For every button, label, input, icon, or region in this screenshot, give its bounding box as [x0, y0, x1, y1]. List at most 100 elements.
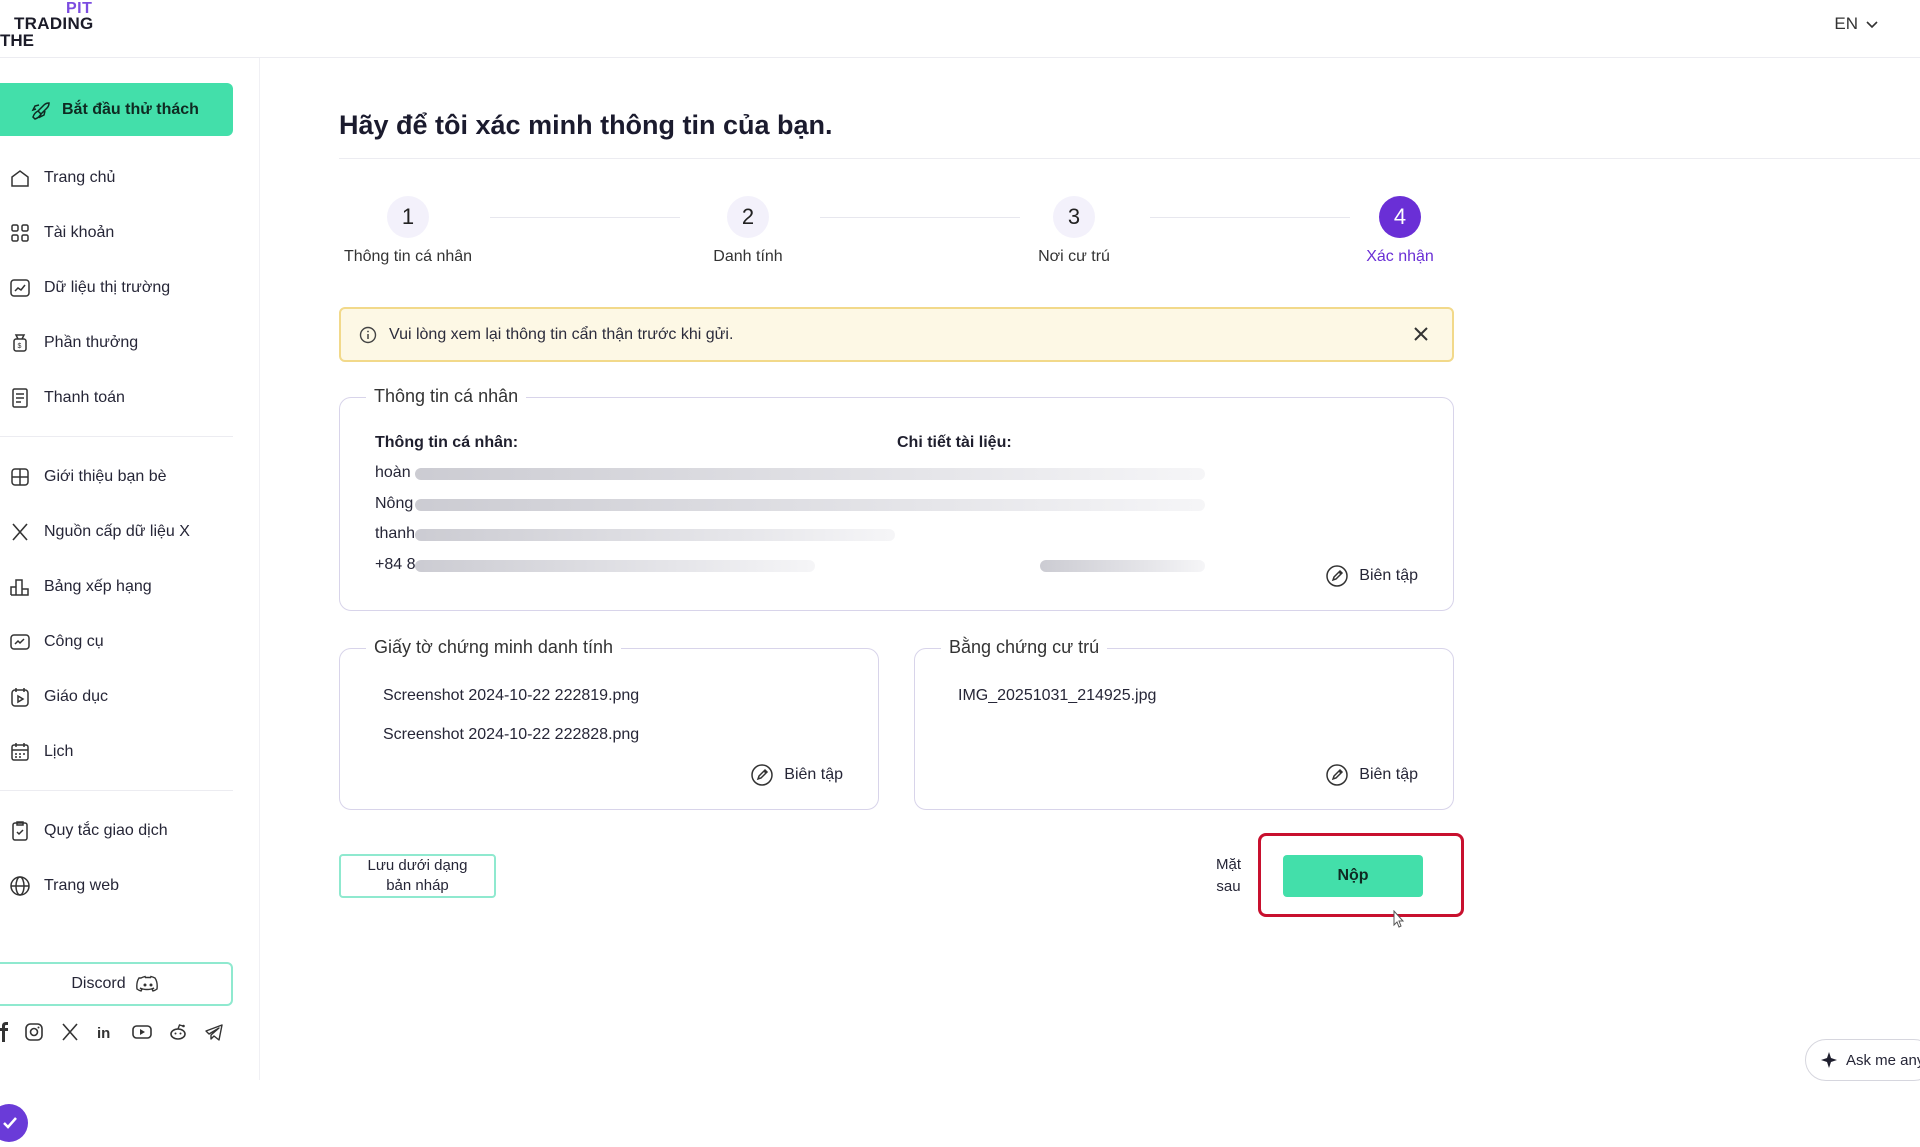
edit-personal-info-button[interactable]: Biên tập	[1325, 564, 1418, 588]
instagram-icon[interactable]	[24, 1022, 44, 1042]
svg-text:$: $	[18, 343, 22, 350]
receipt-icon	[12, 388, 28, 408]
sidebar-divider	[0, 436, 233, 437]
gift-icon	[11, 468, 29, 486]
discord-button[interactable]: Discord	[0, 962, 233, 1006]
sidebar-item-label: Tài khoản	[44, 224, 115, 241]
calendar-icon	[11, 743, 29, 761]
language-selector[interactable]: EN	[1834, 14, 1880, 34]
x-icon[interactable]	[60, 1022, 80, 1042]
step-number: 2	[727, 196, 769, 238]
edit-pencil-icon	[1326, 565, 1349, 587]
discord-label: Discord	[71, 975, 126, 992]
info-icon	[359, 326, 377, 343]
trading-pit-logo[interactable]: PIT TRADING THE	[0, 0, 110, 50]
back-button[interactable]: Mặt sau	[1216, 854, 1241, 898]
reddit-icon[interactable]	[168, 1022, 188, 1042]
sidebar-item-home[interactable]: Trang chủ	[0, 158, 233, 198]
edit-residence-button[interactable]: Biên tập	[1325, 763, 1418, 787]
personal-info-card: Thông tin cá nhân Thông tin cá nhân: Chi…	[339, 386, 1454, 611]
step-identity[interactable]: 2 Danh tính	[688, 196, 808, 266]
telegram-icon[interactable]	[204, 1022, 224, 1042]
sidebar-item-label: Thanh toán	[44, 389, 125, 406]
logo-the: THE	[0, 31, 34, 50]
step-connector	[820, 217, 1020, 218]
ask-assistant-button[interactable]: Ask me any	[1805, 1039, 1920, 1081]
sidebar-item-leaderboard[interactable]: Bảng xếp hạng	[0, 567, 233, 607]
step-confirm[interactable]: 4 Xác nhận	[1340, 196, 1460, 266]
sidebar-item-website[interactable]: Trang web	[0, 866, 233, 906]
redacted-info	[1040, 560, 1205, 572]
review-alert: Vui lòng xem lại thông tin cẩn thận trướ…	[339, 307, 1454, 362]
reward-bag-icon: $	[13, 334, 27, 352]
sidebar-item-x-feed[interactable]: Nguồn cấp dữ liệu X	[0, 512, 233, 552]
alert-text: Vui lòng xem lại thông tin cẩn thận trướ…	[389, 325, 734, 343]
sidebar-item-label: Trang chủ	[44, 169, 116, 186]
support-badge[interactable]	[0, 1104, 28, 1142]
step-residence[interactable]: 3 Nơi cư trú	[1014, 196, 1134, 266]
save-draft-label: Lưu dưới dạng bản nháp	[368, 856, 468, 896]
step-label: Thông tin cá nhân	[343, 248, 473, 265]
rocket-icon	[31, 101, 50, 120]
step-number: 1	[387, 196, 429, 238]
back-label-line: Mặt	[1216, 856, 1242, 873]
sidebar-item-label: Nguồn cấp dữ liệu X	[44, 523, 190, 540]
save-draft-button[interactable]: Lưu dưới dạng bản nháp	[339, 854, 496, 898]
sidebar-item-label: Phần thưởng	[44, 334, 139, 351]
save-draft-line: Lưu dưới dạng	[367, 857, 468, 874]
step-connector	[490, 217, 680, 218]
step-number: 4	[1379, 196, 1421, 238]
sidebar-item-label: Bảng xếp hạng	[44, 578, 152, 595]
back-label-line: sau	[1216, 878, 1241, 895]
top-bar: PIT TRADING THE EN	[0, 0, 1920, 58]
sidebar-item-market-data[interactable]: Dữ liệu thị trường	[0, 268, 233, 308]
sidebar-item-label: Trang web	[44, 877, 119, 894]
youtube-icon[interactable]	[132, 1022, 152, 1042]
sidebar-item-tools[interactable]: Công cụ	[0, 622, 233, 662]
personal-info-line: hoàn	[375, 464, 411, 481]
submit-button[interactable]: Nộp	[1283, 855, 1423, 897]
edit-label: Biên tập	[1359, 567, 1418, 584]
redacted-info	[415, 529, 895, 541]
sidebar-item-payments[interactable]: Thanh toán	[0, 378, 233, 418]
step-number: 3	[1053, 196, 1095, 238]
ask-assistant-label: Ask me any	[1846, 1051, 1920, 1069]
svg-text:in: in	[97, 1025, 110, 1042]
edit-label: Biên tập	[1359, 766, 1418, 783]
sidebar-item-education[interactable]: Giáo dục	[0, 677, 233, 717]
discord-icon	[135, 975, 158, 992]
sidebar-item-rewards[interactable]: $ Phần thưởng	[0, 323, 233, 363]
mouse-cursor-icon	[1393, 910, 1405, 928]
redacted-info	[415, 560, 815, 572]
sidebar-item-label: Công cụ	[44, 633, 104, 650]
residence-file: IMG_20251031_214925.jpg	[958, 687, 1157, 704]
chart-icon	[10, 279, 30, 297]
x-logo-icon	[12, 523, 28, 541]
start-challenge-button[interactable]: Bắt đầu thử thách	[0, 83, 233, 136]
redacted-info	[415, 499, 1205, 511]
edit-identity-button[interactable]: Biên tập	[750, 763, 843, 787]
step-personal-info[interactable]: 1 Thông tin cá nhân	[339, 196, 477, 266]
sidebar: Bắt đầu thử thách Trang chủ Tài khoản Dữ…	[0, 58, 260, 1142]
identity-proof-card: Giấy tờ chứng minh danh tính Screenshot …	[339, 637, 879, 810]
residence-proof-card: Bằng chứng cư trú IMG_20251031_214925.jp…	[914, 637, 1454, 810]
close-icon[interactable]	[1410, 323, 1432, 345]
social-links: in	[0, 1022, 224, 1042]
sidebar-item-refer-friends[interactable]: Giới thiệu bạn bè	[0, 457, 233, 497]
sidebar-item-label: Giáo dục	[44, 688, 109, 705]
home-icon	[11, 170, 29, 187]
step-label: Danh tính	[713, 248, 783, 265]
personal-info-heading: Thông tin cá nhân:	[375, 434, 519, 451]
sidebar-item-calendar[interactable]: Lịch	[0, 732, 233, 772]
education-icon	[11, 688, 29, 707]
language-label: EN	[1834, 14, 1858, 33]
redacted-info	[415, 468, 1205, 480]
facebook-icon[interactable]	[0, 1022, 8, 1042]
personal-info-line: Nông	[375, 495, 414, 512]
linkedin-icon[interactable]: in	[96, 1022, 116, 1042]
edit-pencil-icon	[751, 764, 774, 786]
sidebar-item-trading-rules[interactable]: Quy tắc giao dịch	[0, 811, 233, 851]
start-challenge-label: Bắt đầu thử thách	[62, 100, 199, 118]
card-title: Giấy tờ chứng minh danh tính	[366, 637, 621, 658]
sidebar-item-accounts[interactable]: Tài khoản	[0, 213, 233, 253]
